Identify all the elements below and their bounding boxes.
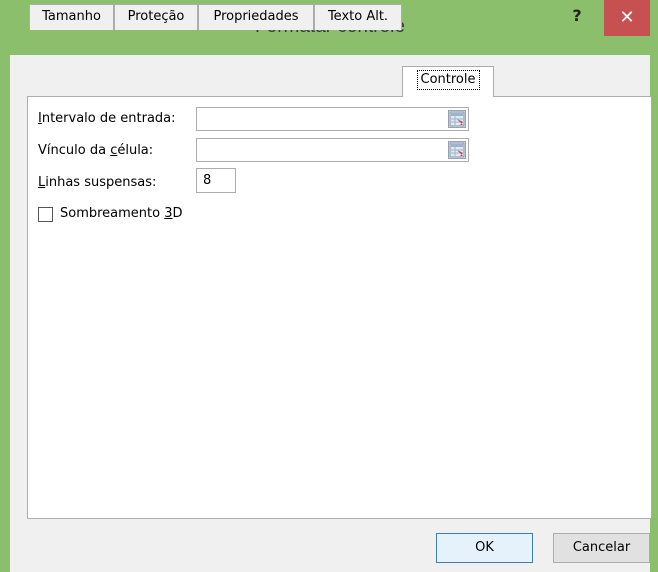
tab-tamanho[interactable]: Tamanho [29, 4, 114, 30]
shading-3d-checkbox[interactable] [38, 207, 53, 222]
cancel-button[interactable]: Cancelar [553, 533, 650, 563]
ok-button[interactable]: OK [436, 533, 533, 563]
cell-link-field[interactable] [196, 138, 469, 162]
help-button[interactable]: ? [566, 6, 588, 30]
input-range-field[interactable] [196, 107, 469, 131]
tab-propriedades[interactable]: Propriedades [198, 4, 314, 30]
dialog-window: Formatar controle ? ✕ Tamanho Proteção P… [0, 0, 658, 572]
shading-3d-label[interactable]: Sombreamento 3D [60, 206, 183, 221]
window-border-left [0, 0, 10, 572]
cell-picker-icon[interactable] [448, 141, 466, 159]
tab-label: Tamanho [42, 9, 101, 24]
tab-protecao[interactable]: Proteção [114, 4, 198, 30]
tab-controle[interactable]: Controle [402, 66, 494, 97]
close-button[interactable]: ✕ [604, 0, 650, 36]
dropdown-lines-input[interactable]: 8 [196, 168, 236, 193]
dropdown-lines-label: Linhas suspensas: [38, 175, 157, 190]
tab-label: Propriedades [213, 9, 299, 24]
cell-link-label: Vínculo da célula: [38, 143, 154, 158]
tab-label: Controle [416, 70, 480, 90]
range-picker-icon[interactable] [448, 110, 466, 128]
input-range-label: Intervalo de entrada: [38, 111, 176, 126]
tab-texto-alt[interactable]: Texto Alt. [314, 4, 402, 30]
close-icon: ✕ [619, 7, 635, 28]
tab-label: Proteção [127, 9, 185, 24]
tab-label: Texto Alt. [327, 9, 389, 24]
